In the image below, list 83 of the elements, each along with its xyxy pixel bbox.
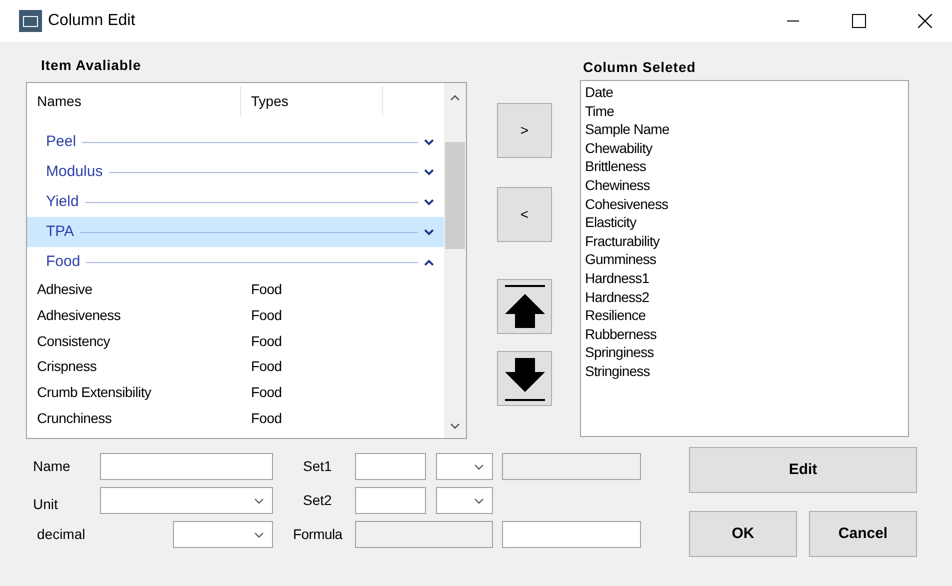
group-header[interactable]: Yield [27,187,444,217]
list-item[interactable]: Gumminess [585,250,908,269]
text-field[interactable] [502,521,641,548]
group-header[interactable]: Peel [27,127,444,157]
dropdown-field[interactable] [436,453,493,480]
list-row[interactable]: Adhesiveness Food [27,302,444,328]
dropdown-chevron-icon [474,498,484,504]
list-item[interactable]: Brittleness [585,157,908,176]
list-item[interactable]: Resilience [585,306,908,325]
name-cell-text: Adhesiveness [37,306,122,326]
dropdown-chevron-icon [254,498,264,504]
column-header[interactable]: Names [27,86,241,116]
name-cell-text: Consistency [37,332,112,351]
list-row[interactable]: Crispness Food [27,354,444,380]
list-item[interactable]: Date [585,83,908,102]
dropdown-field[interactable] [436,487,493,514]
list-item[interactable]: Stringiness [585,362,908,380]
list-item[interactable]: Chewability [585,138,908,158]
dropdown-chevron-icon [254,532,264,538]
move-down-button[interactable] [497,351,552,406]
field-label: Set2 [302,491,333,510]
close-icon [918,14,932,28]
scrollbar[interactable] [444,83,466,438]
type-cell-text: Food [251,306,282,326]
maximize-icon [852,14,866,28]
list-row[interactable]: Crunchiness Food [27,405,444,432]
type-cell-text: Food [251,408,282,428]
field-label: Set1 [302,457,333,476]
expand-chevron-icon [424,228,434,236]
list-item[interactable]: Time [585,102,908,120]
expand-chevron-icon [424,138,434,146]
list-row[interactable]: Crumb Extensibility Food [27,380,444,406]
name-cell-text: Crumb Extensibility [37,383,152,402]
arrow-down-icon [502,356,546,402]
column-header[interactable]: Types [241,86,383,116]
section-heading: Item Avaliable [41,56,142,75]
dropdown-field[interactable] [100,487,273,514]
remove-button[interactable]: < [497,187,552,242]
ok-button[interactable]: OK [689,511,797,557]
text-field[interactable] [355,453,426,480]
list-item[interactable]: Cohesiveness [585,194,908,214]
dropdown-field[interactable] [173,521,273,548]
dropdown-chevron-icon [474,464,484,470]
list-item[interactable]: Sample Name [585,120,908,139]
arrow-up-icon [502,284,546,330]
move-up-button[interactable] [497,279,552,334]
group-header[interactable]: Modulus [27,157,444,187]
type-cell-text: Food [251,332,282,351]
list-item[interactable]: Springiness [585,343,908,362]
group-header[interactable]: Food [27,247,444,277]
list-item[interactable]: Rubberness [585,324,908,344]
field-label: Formula [293,525,344,544]
field-label: Name [33,457,70,476]
expand-chevron-icon [424,198,434,206]
text-field[interactable] [355,487,426,514]
scroll-down-icon [450,422,460,430]
list-row[interactable]: Adhesive Food [27,277,444,303]
list-row[interactable]: Consistency Food [27,328,444,354]
window-title: Column Edit [48,11,136,31]
type-cell-text: Food [251,357,282,376]
cancel-button[interactable]: Cancel [809,511,917,557]
type-cell-text: Food [251,280,282,300]
type-cell-text: Food [251,383,282,402]
name-cell-text: Adhesive [37,280,94,300]
minimize-icon [787,20,799,22]
name-cell-text: Crunchiness [37,408,113,428]
add-button[interactable]: > [497,103,552,158]
list-item[interactable]: Chewiness [585,176,908,195]
edit-button[interactable]: Edit [689,447,917,493]
group-header[interactable]: TPA [27,217,444,247]
field-label: Unit [33,495,58,514]
scroll-up-icon [450,94,460,102]
list-item[interactable]: Fracturability [585,232,908,250]
list-item[interactable]: Elasticity [585,213,908,232]
list-item[interactable]: Hardness2 [585,288,908,306]
text-field[interactable] [100,453,273,480]
app-icon [19,10,42,32]
name-cell-text: Crispness [37,357,98,376]
list-item[interactable]: Hardness1 [585,268,908,288]
field-label: decimal [37,525,86,544]
expand-chevron-icon [424,168,434,176]
section-heading: Column Seleted [583,58,697,77]
collapse-chevron-icon [424,258,434,266]
